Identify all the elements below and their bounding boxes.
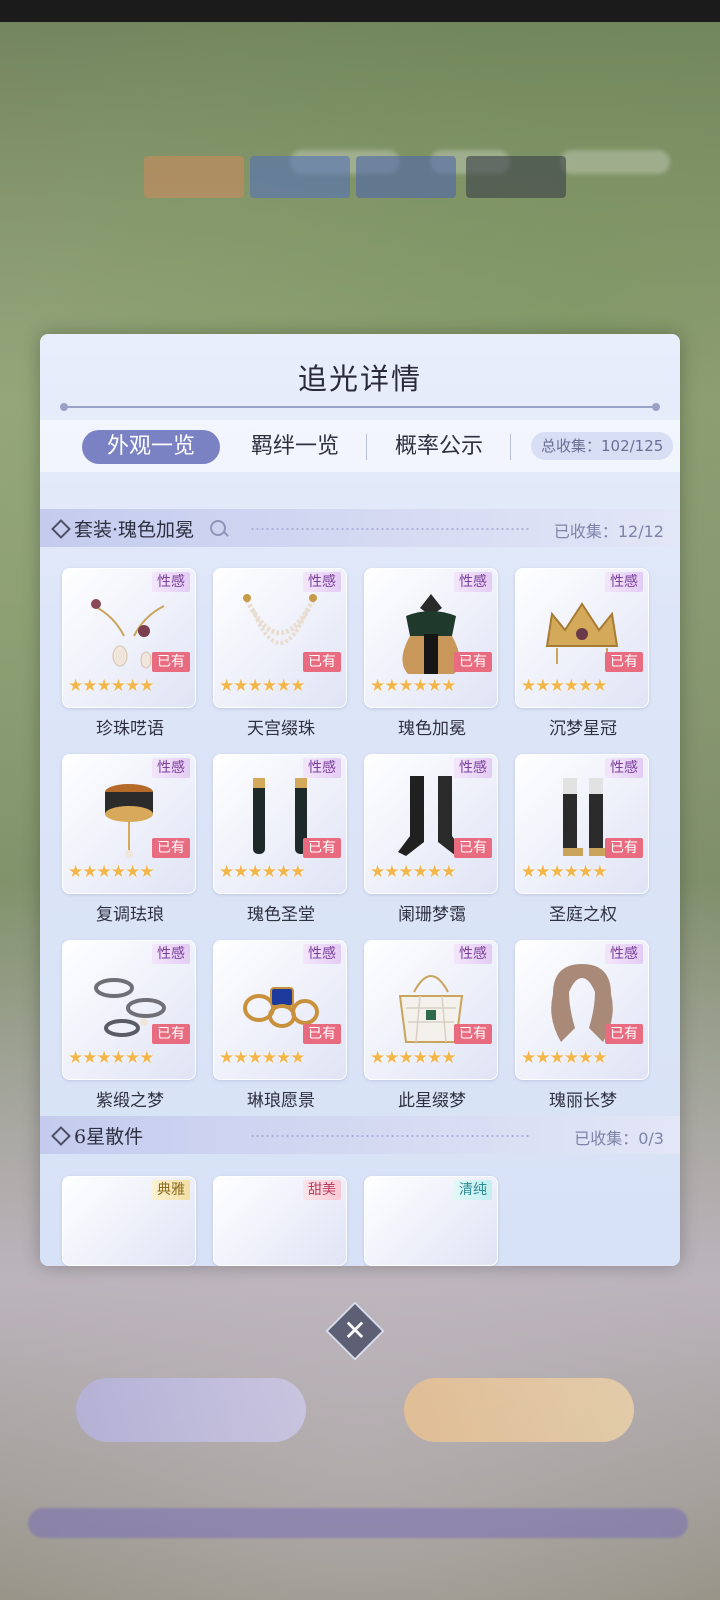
item-card[interactable]: 典雅 xyxy=(62,1176,196,1266)
item-name: 瑰色圣堂 xyxy=(247,905,315,925)
star-rating: ★★★★★★ xyxy=(219,862,305,882)
style-tag: 性感 xyxy=(303,758,341,778)
style-tag: 性感 xyxy=(605,944,643,964)
magnifier-icon[interactable] xyxy=(210,520,226,536)
owned-badge: 已有 xyxy=(152,1024,190,1044)
owned-badge: 已有 xyxy=(152,652,190,672)
owned-badge: 已有 xyxy=(152,838,190,858)
title-divider xyxy=(60,403,660,411)
suit-section-header: 套装·瑰色加冕 已收集：12/12 xyxy=(40,509,680,547)
background-pull-once-button xyxy=(76,1378,306,1442)
section-dots xyxy=(250,527,530,531)
style-tag: 性感 xyxy=(454,944,492,964)
item-name: 沉梦星冠 xyxy=(549,719,617,739)
six-star-section-header: 6星散件 已收集：0/3 xyxy=(40,1116,680,1154)
item-name: 天宫缀珠 xyxy=(247,719,315,739)
owned-badge: 已有 xyxy=(303,1024,341,1044)
style-tag: 性感 xyxy=(152,758,190,778)
section-count: 已收集：12/12 xyxy=(553,522,664,541)
star-rating: ★★★★★★ xyxy=(68,862,154,882)
tab-appearance[interactable]: 外观一览 xyxy=(82,430,220,464)
background-banner-tab xyxy=(250,156,350,198)
item-name: 复调珐琅 xyxy=(96,905,164,925)
item-card[interactable]: 性感 已有 ★★★★★★ xyxy=(364,568,498,708)
star-rating: ★★★★★★ xyxy=(68,1048,154,1068)
tab-bonds[interactable]: 羁绊一览 xyxy=(230,430,360,464)
background-banner-tab xyxy=(466,156,566,198)
star-rating: ★★★★★★ xyxy=(521,676,607,696)
item-card[interactable]: 性感 已有 ★★★★★★ xyxy=(62,940,196,1080)
item-card[interactable]: 性感 已有 ★★★★★★ xyxy=(213,754,347,894)
item-card[interactable]: 性感 已有 ★★★★★★ xyxy=(213,568,347,708)
section-title: 6星散件 xyxy=(74,1126,144,1148)
star-rating: ★★★★★★ xyxy=(370,862,456,882)
owned-badge: 已有 xyxy=(454,838,492,858)
owned-badge: 已有 xyxy=(303,838,341,858)
style-tag: 性感 xyxy=(454,572,492,592)
background-banner-tab xyxy=(144,156,244,198)
style-tag: 性感 xyxy=(454,758,492,778)
style-tag: 甜美 xyxy=(303,1180,341,1200)
panel-title: 追光详情 xyxy=(297,362,422,396)
item-card[interactable]: 性感 已有 ★★★★★★ xyxy=(62,754,196,894)
tab-separator xyxy=(366,434,367,460)
tab-separator xyxy=(510,434,511,460)
item-card[interactable]: 甜美 xyxy=(213,1176,347,1266)
owned-badge: 已有 xyxy=(454,652,492,672)
background-info-banner xyxy=(28,1508,688,1538)
item-name: 圣庭之权 xyxy=(549,905,617,925)
diamond-icon xyxy=(51,1126,71,1146)
item-card[interactable]: 性感 已有 ★★★★★★ xyxy=(213,940,347,1080)
star-rating: ★★★★★★ xyxy=(219,1048,305,1068)
style-tag: 性感 xyxy=(605,758,643,778)
item-card[interactable]: 性感 已有 ★★★★★★ xyxy=(364,940,498,1080)
total-collection-badge: 总收集：102/125 xyxy=(531,432,674,460)
tab-bar: 外观一览 羁绊一览 概率公示 总收集：102/125 xyxy=(40,420,680,472)
style-tag: 性感 xyxy=(303,944,341,964)
style-tag: 清纯 xyxy=(454,1180,492,1200)
item-card[interactable]: 性感 已有 ★★★★★★ xyxy=(515,568,649,708)
section-dots xyxy=(250,1134,530,1138)
star-rating: ★★★★★★ xyxy=(521,1048,607,1068)
item-card[interactable]: 性感 已有 ★★★★★★ xyxy=(515,940,649,1080)
star-rating: ★★★★★★ xyxy=(521,862,607,882)
item-name: 琳琅愿景 xyxy=(247,1091,315,1111)
item-name: 阑珊梦霭 xyxy=(398,905,466,925)
item-card[interactable]: 清纯 xyxy=(364,1176,498,1266)
item-name: 此星缀梦 xyxy=(398,1091,466,1111)
owned-badge: 已有 xyxy=(454,1024,492,1044)
diamond-icon xyxy=(51,519,71,539)
star-rating: ★★★★★★ xyxy=(370,1048,456,1068)
style-tag: 性感 xyxy=(605,572,643,592)
owned-badge: 已有 xyxy=(605,838,643,858)
owned-badge: 已有 xyxy=(605,1024,643,1044)
item-card[interactable]: 性感 已有 ★★★★★★ xyxy=(364,754,498,894)
star-rating: ★★★★★★ xyxy=(370,676,456,696)
currency-stamina xyxy=(560,150,670,174)
owned-badge: 已有 xyxy=(303,652,341,672)
item-name: 瑰丽长梦 xyxy=(549,1091,617,1111)
status-bar xyxy=(0,0,720,22)
background-banner-tab xyxy=(356,156,456,198)
tab-probability[interactable]: 概率公示 xyxy=(374,430,504,464)
section-title: 套装·瑰色加冕 xyxy=(74,519,195,541)
section-count: 已收集：0/3 xyxy=(574,1129,664,1148)
item-card[interactable]: 性感 已有 ★★★★★★ xyxy=(62,568,196,708)
item-name: 珍珠呓语 xyxy=(96,719,164,739)
owned-badge: 已有 xyxy=(605,652,643,672)
item-card[interactable]: 性感 已有 ★★★★★★ xyxy=(515,754,649,894)
style-tag: 性感 xyxy=(303,572,341,592)
item-name: 瑰色加冕 xyxy=(398,719,466,739)
close-icon[interactable]: ✕ xyxy=(334,1310,376,1352)
detail-panel: 追光详情 外观一览 羁绊一览 概率公示 总收集：102/125 套装·瑰色加冕 … xyxy=(40,334,680,1266)
style-tag: 典雅 xyxy=(152,1180,190,1200)
star-rating: ★★★★★★ xyxy=(219,676,305,696)
background-pull-ten-button xyxy=(404,1378,634,1442)
style-tag: 性感 xyxy=(152,572,190,592)
item-name: 紫缎之梦 xyxy=(96,1091,164,1111)
star-rating: ★★★★★★ xyxy=(68,676,154,696)
style-tag: 性感 xyxy=(152,944,190,964)
